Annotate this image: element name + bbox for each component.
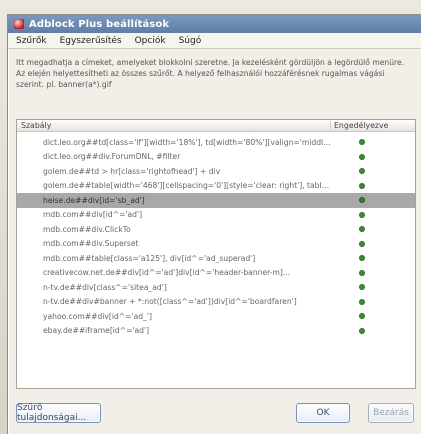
enabled-state <box>331 285 415 290</box>
list-row-selected[interactable]: heise.de##div[id='sb_ad'] <box>17 193 415 208</box>
list-row[interactable]: n-tv.de##div[class^='sitea_ad'] <box>17 280 415 295</box>
enabled-state <box>331 299 415 304</box>
enabled-state <box>331 140 415 145</box>
enabled-state <box>331 328 415 333</box>
enabled-dot-icon <box>360 256 364 261</box>
state-column-header[interactable]: Engedélyezve <box>331 121 415 130</box>
filter-text: mdb.com##div.Superset <box>43 239 139 249</box>
enabled-dot-icon <box>360 285 364 290</box>
filter-text: yahoo.com##div[id^='ad_'] <box>43 311 152 321</box>
list-row[interactable]: golem.de##td > hr[class='rightofhead'] +… <box>17 164 415 179</box>
enabled-dot-icon <box>360 328 364 333</box>
filter-text: mdb.com##div[id^='ad'] <box>43 210 143 220</box>
enabled-dot-icon <box>360 270 364 275</box>
enabled-dot-icon <box>360 183 364 188</box>
menubar: Szűrők Egyszerűsítés Opciók Súgó <box>8 33 421 49</box>
enabled-state <box>331 198 415 203</box>
window-title: Adblock Plus beállítások <box>29 18 170 30</box>
list-row[interactable]: mdb.com##table[class='a125'], div[id^='a… <box>17 251 415 266</box>
dialog-footer: Szűrő tulajdonságai... OK Bezárás <box>16 399 414 423</box>
adblock-icon <box>14 19 24 29</box>
list-row[interactable]: mdb.com##div[id^='ad'] <box>17 208 415 223</box>
enabled-state <box>331 227 415 232</box>
list-row[interactable]: golem.de##table[width='468'][cellspacing… <box>17 179 415 194</box>
list-row[interactable]: yahoo.com##div[id^='ad_'] <box>17 309 415 324</box>
list-row[interactable]: creativecow.net.de##div[id^='ad']div[id^… <box>17 266 415 281</box>
list-row[interactable]: n-tv.de##div#banner + *:not([class^='ad'… <box>17 295 415 310</box>
enabled-state <box>331 270 415 275</box>
enabled-state <box>331 241 415 246</box>
ok-button[interactable]: OK <box>296 403 350 423</box>
filter-text: dict.leo.org##td[class='lf'][width='18%'… <box>43 137 331 147</box>
list-row[interactable]: mdb.com##div.ClickTo <box>17 222 415 237</box>
close-button[interactable]: Bezárás <box>368 403 414 423</box>
enabled-dot-icon <box>360 154 364 159</box>
enabled-dot-icon <box>360 299 364 304</box>
window-titlebar[interactable]: Adblock Plus beállítások <box>8 15 421 33</box>
enabled-state <box>331 212 415 217</box>
enabled-dot-icon <box>360 227 364 232</box>
screen: Adblock Plus beállítások Szűrők Egyszerű… <box>0 0 421 434</box>
enabled-dot-icon <box>360 314 364 319</box>
filter-text: creativecow.net.de##div[id^='ad']div[id^… <box>43 268 291 278</box>
filter-list[interactable]: Szabály Engedélyezve dict.leo.org##td[cl… <box>16 119 416 389</box>
filter-text: n-tv.de##div[class^='sitea_ad'] <box>43 282 167 292</box>
list-row[interactable]: dict.leo.org##div.ForumDNL, #filter <box>17 150 415 165</box>
filter-text: mdb.com##table[class='a125'], div[id^='a… <box>43 253 256 263</box>
filter-text: golem.de##td > hr[class='rightofhead'] +… <box>43 166 221 176</box>
filter-text: mdb.com##div.ClickTo <box>43 224 131 234</box>
enabled-state <box>331 169 415 174</box>
enabled-dot-icon <box>360 212 364 217</box>
filter-text: n-tv.de##div#banner + *:not([class^='ad'… <box>43 297 297 307</box>
enabled-dot-icon <box>360 169 364 174</box>
filter-text: dict.leo.org##div.ForumDNL, #filter <box>43 152 181 162</box>
list-row[interactable]: mdb.com##div.Superset <box>17 237 415 252</box>
filter-text: ebay.de##iframe[id^='ad'] <box>43 326 150 336</box>
filter-properties-button[interactable]: Szűrő tulajdonságai... <box>16 403 101 423</box>
enabled-state <box>331 154 415 159</box>
settings-window: Adblock Plus beállítások Szűrők Egyszerű… <box>7 14 421 434</box>
list-row[interactable]: dict.leo.org##td[class='lf'][width='18%'… <box>17 135 415 150</box>
filter-rows: dict.leo.org##td[class='lf'][width='18%'… <box>17 135 415 338</box>
enabled-state <box>331 314 415 319</box>
menu-item-options[interactable]: Opciók <box>133 35 168 47</box>
menu-item-filters[interactable]: Szűrők <box>14 35 49 47</box>
filter-text: golem.de##table[width='468'][cellspacing… <box>43 181 331 191</box>
enabled-state <box>331 256 415 261</box>
enabled-state <box>331 183 415 188</box>
enabled-dot-icon <box>360 140 364 145</box>
list-header: Szabály Engedélyezve <box>17 120 415 132</box>
menu-item-simplify[interactable]: Egyszerűsítés <box>58 35 124 47</box>
menu-item-help[interactable]: Súgó <box>177 35 204 47</box>
enabled-dot-icon <box>360 241 364 246</box>
list-row[interactable]: ebay.de##iframe[id^='ad'] <box>17 324 415 339</box>
filter-column-header[interactable]: Szabály <box>17 121 331 130</box>
enabled-dot-icon <box>360 198 364 203</box>
description-text: Itt megadhatja a címeket, amelyeket blok… <box>16 58 405 89</box>
filter-text: heise.de##div[id='sb_ad'] <box>43 195 145 205</box>
